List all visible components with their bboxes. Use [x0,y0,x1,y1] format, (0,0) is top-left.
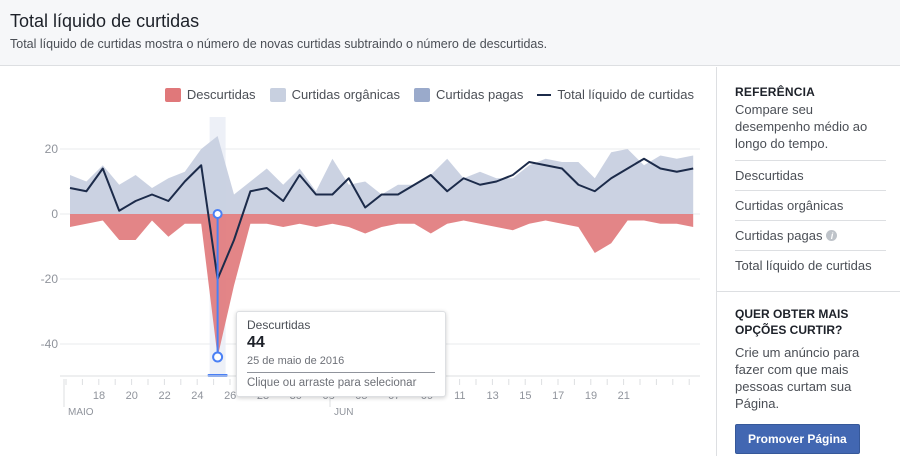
reference-description: Compare seu desempenho médio ao longo do… [735,102,868,151]
x-tick-label: 13 [486,390,498,402]
x-tick-label: 11 [454,390,465,402]
selection-point-bottom [212,351,224,363]
reference-item-label: Curtidas orgânicas [735,198,844,213]
reference-item-paid[interactable]: Curtidas pagas i [735,220,886,250]
page-header: Total líquido de curtidas Total líquido … [0,0,900,66]
organic-likes-area [70,136,694,214]
promote-page-button[interactable]: Promover Página [735,424,860,454]
page-title: Total líquido de curtidas [10,11,200,31]
legend-label: Total líquido de curtidas [557,87,694,102]
promo-heading: QUER OBTER MAIS OPÇÕES CURTIR? [735,307,849,337]
reference-item-net[interactable]: Total líquido de curtidas [735,250,886,280]
chart-area[interactable]: 200-20-401820222426283003050709111315171… [0,67,716,456]
x-tick-label: 18 [93,390,105,402]
x-tick-label: 17 [552,390,564,402]
reference-item-unlikes[interactable]: Descurtidas [735,160,886,190]
reference-item-organic[interactable]: Curtidas orgânicas [735,190,886,220]
legend-label: Curtidas pagas [435,87,524,102]
month-label: MAIO [68,407,94,418]
legend-swatch-unlikes [164,87,181,102]
reference-heading: REFERÊNCIA [735,85,816,99]
legend-swatch-paid [413,87,430,102]
legend-item-net[interactable]: Total líquido de curtidas [537,87,694,102]
y-tick-label: 0 [51,207,58,221]
y-tick-label: -20 [41,272,59,286]
tooltip-hint: Clique ou arraste para selecionar [247,377,417,389]
x-tick-label: 21 [618,390,630,402]
promo-panel: QUER OBTER MAIS OPÇÕES CURTIR? Crie um a… [717,291,900,456]
info-icon[interactable]: i [826,230,838,241]
selection-point-top [212,209,223,219]
reference-item-label: Descurtidas [735,168,804,183]
tooltip-date: 25 de maio de 2016 [247,355,435,373]
x-tick-label: 19 [585,390,597,402]
x-tick-label: 24 [191,390,203,402]
x-tick-label: 20 [126,390,138,402]
legend-label: Descurtidas [186,87,256,102]
tooltip-value: 44 [247,334,265,351]
legend-item-organic[interactable]: Curtidas orgânicas [269,87,400,102]
reference-item-label: Curtidas pagas [735,228,823,243]
month-label: JUN [334,407,353,418]
x-tick-label: 26 [224,390,236,402]
legend-swatch-net [537,93,552,96]
x-tick-label: 15 [519,390,531,402]
net-likes-chart[interactable]: 200-20-401820222426283003050709111315171… [0,67,716,456]
reference-panel: REFERÊNCIA Compare seu desempenho médio … [717,67,900,280]
legend-swatch-organic [269,87,286,102]
promo-description: Crie um anúncio para fazer com que mais … [735,345,860,411]
tooltip-label: Descurtidas [247,318,311,332]
sidebar: REFERÊNCIA Compare seu desempenho médio … [716,67,900,456]
y-tick-label: 20 [45,142,59,156]
legend-item-unlikes[interactable]: Descurtidas [164,87,256,102]
page-subtitle: Total líquido de curtidas mostra o númer… [10,37,548,51]
legend-label: Curtidas orgânicas [291,87,400,102]
x-tick-label: 22 [158,390,170,402]
reference-item-label: Total líquido de curtidas [735,258,872,273]
chart-tooltip: Descurtidas 44 25 de maio de 2016 Clique… [236,311,446,397]
y-tick-label: -40 [41,337,59,351]
chart-legend: Descurtidas Curtidas orgânicas Curtidas … [164,87,694,102]
legend-item-paid[interactable]: Curtidas pagas [413,87,524,102]
